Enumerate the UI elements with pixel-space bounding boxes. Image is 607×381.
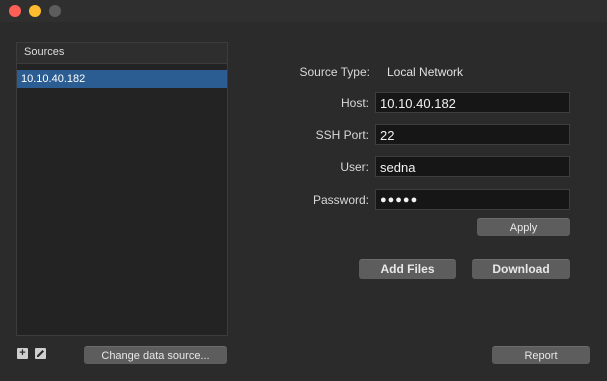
close-window-button[interactable]	[9, 5, 21, 17]
add-files-button[interactable]: Add Files	[359, 259, 456, 279]
pencil-icon-glyph	[37, 350, 44, 357]
host-field[interactable]: 10.10.40.182	[375, 92, 570, 113]
download-button[interactable]: Download	[472, 259, 570, 279]
user-label: User:	[340, 160, 369, 174]
source-list-item[interactable]: 10.10.40.182	[17, 70, 227, 88]
source-type-value: Local Network	[387, 65, 464, 79]
apply-button[interactable]: Apply	[477, 218, 570, 236]
sources-header: Sources	[17, 43, 227, 64]
ssh-port-field[interactable]: 22	[375, 124, 570, 145]
ssh-port-label: SSH Port:	[315, 128, 369, 142]
password-field[interactable]: ●●●●●	[375, 189, 570, 210]
maximize-window-button[interactable]	[49, 5, 61, 17]
title-bar	[0, 0, 607, 22]
sources-panel: Sources 10.10.40.182	[16, 42, 228, 336]
plus-icon[interactable]: +	[17, 348, 28, 359]
pencil-icon[interactable]	[35, 348, 46, 359]
minimize-window-button[interactable]	[29, 5, 41, 17]
host-label: Host:	[340, 96, 369, 110]
password-label: Password:	[312, 193, 369, 207]
user-field[interactable]: sedna	[375, 156, 570, 177]
report-button[interactable]: Report	[492, 346, 590, 364]
source-type-label: Source Type:	[299, 65, 371, 79]
change-data-source-button[interactable]: Change data source...	[84, 346, 227, 364]
